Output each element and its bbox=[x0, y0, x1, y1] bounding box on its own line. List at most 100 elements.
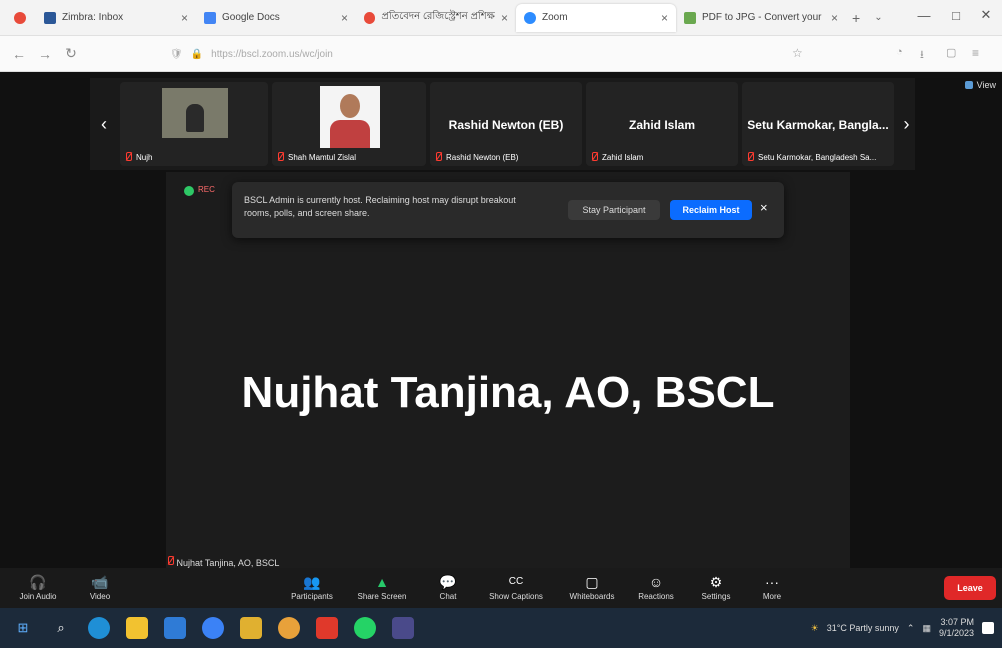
participant-name: Zahid Islam bbox=[628, 118, 696, 132]
menu-icon[interactable]: ≡ bbox=[972, 46, 979, 60]
participant-photo bbox=[320, 86, 380, 148]
new-tab-icon[interactable]: + bbox=[852, 10, 860, 26]
tab-close-icon[interactable]: × bbox=[181, 11, 188, 25]
windows-start-icon[interactable]: ⊞ bbox=[12, 617, 34, 639]
participant-tile[interactable]: Rashid Newton (EB) Rashid Newton (EB) bbox=[430, 82, 582, 166]
browser-tab[interactable]: PDF to JPG - Convert your PDF × bbox=[676, 4, 846, 32]
browser-tab-active[interactable]: Zoom × bbox=[516, 3, 676, 32]
participant-label: Setu Karmokar, Bangladesh Sa... bbox=[746, 152, 876, 162]
tab-close-icon[interactable]: × bbox=[341, 11, 348, 25]
weather-text[interactable]: 31°C Partly sunny bbox=[827, 623, 899, 633]
whatsapp-icon[interactable] bbox=[354, 617, 376, 639]
participant-label: Zahid Islam bbox=[590, 152, 643, 162]
browser-tab[interactable]: Zimbra: Inbox × bbox=[36, 4, 196, 32]
reactions-icon: ☺ bbox=[648, 574, 664, 590]
settings-button[interactable]: ⚙ Settings bbox=[686, 570, 746, 606]
mic-muted-icon bbox=[166, 556, 174, 566]
share-screen-icon: ▲ bbox=[375, 574, 389, 590]
browser-nav-bar: ← → ↻ 🛡 🔒 https://bscl.zoom.us/wc/join ☆… bbox=[0, 36, 1002, 72]
pdf-icon[interactable] bbox=[316, 617, 338, 639]
participant-name: Setu Karmokar, Bangla... bbox=[747, 118, 889, 132]
tray-chevron-icon[interactable]: ⌃ bbox=[907, 623, 915, 634]
reclaim-host-notice: BSCL Admin is currently host. Reclaiming… bbox=[232, 182, 784, 238]
participant-label: Rashid Newton (EB) bbox=[434, 152, 518, 162]
back-icon[interactable]: ← bbox=[6, 41, 32, 67]
mic-muted-icon bbox=[434, 152, 442, 162]
participant-video bbox=[162, 88, 228, 138]
tab-favicon-icon bbox=[44, 11, 56, 24]
extensions-icon[interactable]: ▢ bbox=[946, 46, 956, 59]
file-explorer-icon[interactable] bbox=[126, 617, 148, 639]
edge-icon[interactable] bbox=[88, 617, 110, 639]
whiteboards-button[interactable]: ▢ Whiteboards bbox=[562, 570, 622, 606]
mic-muted-icon bbox=[276, 152, 284, 162]
stay-participant-button[interactable]: Stay Participant bbox=[568, 200, 660, 220]
video-icon: 📹 bbox=[91, 574, 109, 590]
clock[interactable]: 3:07 PM 9/1/2023 bbox=[939, 617, 974, 639]
downloads-icon[interactable]: ⭳ bbox=[920, 46, 924, 65]
network-icon[interactable]: ▦ bbox=[922, 623, 931, 634]
tab-list-icon[interactable]: ⌄ bbox=[874, 12, 882, 23]
tab-close-icon[interactable]: × bbox=[831, 11, 838, 25]
show-captions-button[interactable]: CC Show Captions bbox=[486, 570, 546, 606]
reload-icon[interactable]: ↻ bbox=[58, 41, 84, 67]
close-icon[interactable]: × bbox=[760, 200, 768, 215]
participants-button[interactable]: 👥 Participants bbox=[282, 570, 342, 606]
browser-tab[interactable]: প্রতিবেদন রেজিস্ট্রেশন প্রশিক্ষণ × bbox=[356, 4, 516, 32]
security-shield-icon[interactable] bbox=[184, 186, 194, 196]
video-person-shape bbox=[186, 104, 204, 132]
chrome-icon[interactable] bbox=[278, 617, 300, 639]
maximize-icon[interactable]: □ bbox=[940, 0, 972, 30]
participant-tile[interactable]: Zahid Islam Zahid Islam bbox=[586, 82, 738, 166]
share-screen-button[interactable]: ▲ Share Screen bbox=[352, 570, 412, 606]
close-window-icon[interactable]: ✕ bbox=[970, 0, 1002, 30]
mail-icon[interactable] bbox=[164, 617, 186, 639]
leave-button[interactable]: Leave bbox=[944, 576, 996, 600]
forward-icon[interactable]: → bbox=[32, 41, 58, 67]
participant-label: Shah Mamtul Zislal bbox=[276, 152, 356, 162]
strip-prev-icon[interactable]: ‹ bbox=[90, 78, 118, 170]
gear-icon: ⚙ bbox=[709, 574, 723, 590]
meeting-toolbar: 🎧 Join Audio 📹 Video 👥 Participants ▲ Sh… bbox=[0, 568, 1002, 608]
pocket-icon[interactable]: ◔ bbox=[896, 46, 903, 58]
mic-muted-icon bbox=[746, 152, 754, 162]
participant-tile[interactable]: Shah Mamtul Zislal bbox=[272, 82, 426, 166]
video-button[interactable]: 📹 Video bbox=[70, 570, 130, 606]
bookmark-star-icon[interactable]: ☆ bbox=[792, 46, 803, 60]
headphones-icon: 🎧 bbox=[29, 574, 47, 590]
reactions-button[interactable]: ☺ Reactions bbox=[626, 570, 686, 606]
zoom-meeting: ‹ Nujh Shah Mamtul Zislal Rashid Newton … bbox=[0, 72, 1002, 568]
notification-icon[interactable] bbox=[982, 622, 994, 634]
participant-name: Rashid Newton (EB) bbox=[448, 118, 564, 132]
join-audio-button[interactable]: 🎧 Join Audio bbox=[8, 570, 68, 606]
address-bar[interactable]: 🛡 🔒 https://bscl.zoom.us/wc/join bbox=[170, 42, 820, 66]
more-button[interactable]: ··· More bbox=[742, 570, 802, 606]
tab-title: প্রতিবেদন রেজিস্ট্রেশন প্রশিক্ষণ bbox=[381, 11, 495, 22]
reclaim-host-button[interactable]: Reclaim Host bbox=[670, 200, 752, 220]
chat-button[interactable]: 💬 Chat bbox=[418, 570, 478, 606]
chat-icon: 💬 bbox=[439, 574, 457, 590]
participant-tile[interactable]: Setu Karmokar, Bangla... Setu Karmokar, … bbox=[742, 82, 894, 166]
zoom-favicon-icon bbox=[524, 11, 536, 24]
tab-title: Zimbra: Inbox bbox=[62, 12, 124, 23]
speaker-name-tag: Nujhat Tanjina, AO, BSCL bbox=[166, 556, 279, 568]
photo-face-shape bbox=[340, 94, 360, 118]
lock-icon: 🔒 bbox=[190, 48, 204, 60]
photo-shirt-shape bbox=[330, 120, 370, 148]
strip-next-icon[interactable]: › bbox=[898, 78, 915, 170]
folder-icon[interactable] bbox=[240, 617, 262, 639]
tab-title: Zoom bbox=[542, 12, 568, 23]
minimize-icon[interactable]: — bbox=[908, 0, 940, 30]
tab-close-icon[interactable]: × bbox=[661, 11, 668, 25]
notice-message: BSCL Admin is currently host. Reclaiming… bbox=[244, 195, 516, 218]
browser-tab[interactable]: Google Docs × bbox=[196, 4, 356, 32]
app-icon[interactable] bbox=[202, 617, 224, 639]
participant-tile[interactable]: Nujh bbox=[120, 82, 268, 166]
view-button[interactable]: View bbox=[964, 80, 996, 90]
search-icon[interactable]: ⌕ bbox=[50, 617, 72, 639]
tab-title: Google Docs bbox=[222, 12, 280, 23]
teams-icon[interactable] bbox=[392, 617, 414, 639]
mic-muted-icon bbox=[124, 152, 132, 162]
tab-close-icon[interactable]: × bbox=[501, 11, 508, 25]
system-tray: ☀ 31°C Partly sunny ⌃ ▦ 3:07 PM 9/1/2023 bbox=[811, 608, 994, 648]
